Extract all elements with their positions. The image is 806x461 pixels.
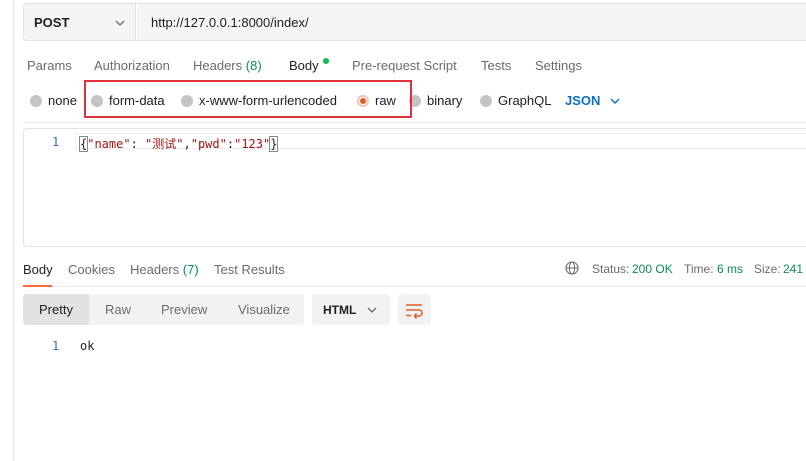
- tab-settings[interactable]: Settings: [535, 58, 582, 73]
- chevron-down-icon: [367, 307, 377, 313]
- code-token: :: [130, 137, 146, 151]
- response-tab-headers[interactable]: Headers (7): [130, 262, 199, 277]
- response-format-select[interactable]: HTML: [312, 294, 390, 325]
- status-label: Status:: [592, 262, 630, 276]
- view-pretty-label: Pretty: [39, 302, 73, 317]
- editor-code-line[interactable]: {"name": "测试","pwd":"123"}: [78, 135, 279, 152]
- tab-authorization[interactable]: Authorization: [94, 58, 170, 73]
- code-token: ,: [183, 137, 191, 151]
- divider: [23, 122, 806, 123]
- radio-none-label: none: [48, 93, 77, 108]
- wrap-lines-button[interactable]: [398, 294, 431, 325]
- response-view-modes: Pretty Raw Preview Visualize: [23, 294, 304, 325]
- wrap-lines-icon: [406, 304, 423, 319]
- method-label: POST: [34, 14, 70, 30]
- tab-tests[interactable]: Tests: [481, 58, 511, 73]
- code-token: "name": [87, 137, 131, 151]
- format-label: HTML: [323, 303, 357, 317]
- radio-graphql-label: GraphQL: [498, 93, 552, 108]
- radio-graphql[interactable]: GraphQL: [480, 93, 551, 108]
- view-raw-button[interactable]: Raw: [105, 302, 131, 317]
- url-input[interactable]: http://127.0.0.1:8000/index/: [137, 3, 806, 41]
- response-tab-body[interactable]: Body: [23, 262, 53, 277]
- body-indicator-dot: [322, 58, 329, 64]
- view-preview-button[interactable]: Preview: [161, 302, 207, 317]
- code-token: }: [269, 136, 279, 152]
- tab-headers[interactable]: Headers (8): [193, 58, 262, 73]
- code-token: "pwd": [190, 137, 227, 151]
- response-tab-test-results[interactable]: Test Results: [214, 262, 285, 277]
- time-value[interactable]: 6 ms: [717, 262, 743, 276]
- size-value[interactable]: 241 B: [783, 262, 806, 276]
- tab-headers-label: Headers: [193, 58, 243, 73]
- chevron-down-icon: [610, 98, 620, 104]
- request-bar: POST http://127.0.0.1:8000/index/: [23, 3, 806, 41]
- view-visualize-button[interactable]: Visualize: [238, 302, 290, 317]
- response-tab-cookies[interactable]: Cookies: [68, 262, 115, 277]
- response-body-text[interactable]: ok: [80, 339, 94, 353]
- editor-line-number: 1: [52, 135, 60, 149]
- code-token: :: [226, 137, 235, 151]
- status-value[interactable]: 200 OK: [632, 262, 673, 276]
- tab-params[interactable]: Params: [27, 58, 72, 73]
- left-panel-border: [13, 0, 14, 461]
- active-tab-underline: [23, 285, 52, 287]
- annotation-highlight-box: [84, 80, 412, 118]
- code-token: "测试": [145, 137, 184, 151]
- response-line-number: 1: [52, 339, 60, 353]
- radio-circle: [480, 94, 492, 107]
- language-select[interactable]: JSON: [565, 93, 620, 108]
- radio-binary[interactable]: binary: [409, 93, 462, 108]
- tab-body[interactable]: Body: [289, 58, 329, 73]
- url-text: http://127.0.0.1:8000/index/: [151, 14, 309, 30]
- response-tab-headers-count: (7): [182, 262, 199, 277]
- tab-headers-count: (8): [245, 58, 262, 73]
- language-label: JSON: [565, 93, 601, 108]
- size-label: Size:: [754, 262, 781, 276]
- tab-body-label: Body: [289, 58, 319, 73]
- response-tab-headers-label: Headers: [130, 262, 180, 277]
- method-select[interactable]: POST: [23, 3, 136, 41]
- radio-circle: [30, 94, 42, 107]
- tab-pre-request-script[interactable]: Pre-request Script: [352, 58, 457, 73]
- radio-binary-label: binary: [427, 93, 463, 108]
- globe-icon[interactable]: [565, 261, 579, 275]
- radio-none[interactable]: none: [30, 93, 77, 108]
- time-label: Time:: [684, 262, 714, 276]
- chevron-down-icon: [115, 20, 125, 26]
- code-token: "123": [234, 137, 271, 151]
- divider: [52, 286, 806, 287]
